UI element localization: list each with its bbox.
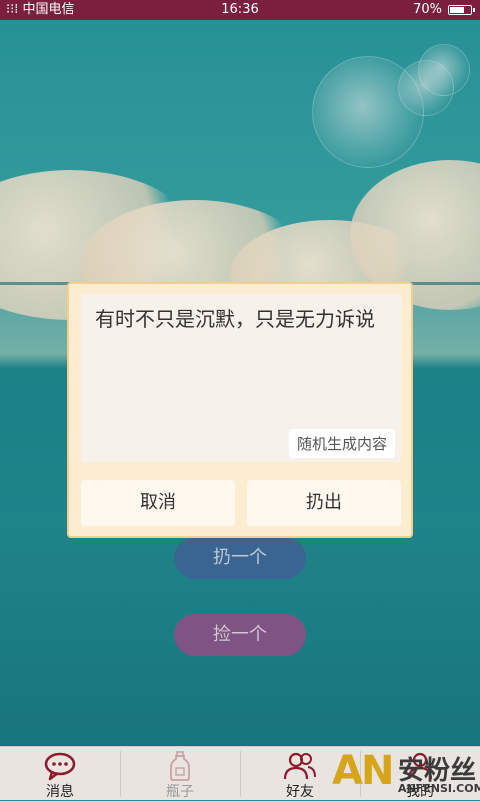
throw-button[interactable]: 扔出	[247, 480, 401, 526]
message-input[interactable]: 有时不只是沉默，只是无力诉说 随机生成内容	[81, 294, 401, 462]
tab-bottle-label: 瓶子	[166, 784, 194, 800]
cancel-button[interactable]: 取消	[81, 480, 235, 526]
tab-messages[interactable]: 消息	[0, 747, 120, 801]
battery-icon	[448, 5, 475, 15]
watermark-logo: AN 安粉丝 ANFENSI.COM	[332, 746, 480, 800]
chat-bubble-icon	[0, 751, 120, 781]
tab-bottle[interactable]: 瓶子	[120, 747, 240, 801]
watermark-url: ANFENSI.COM	[398, 782, 480, 795]
watermark-an: AN	[332, 748, 394, 794]
battery-area: 70%	[413, 0, 475, 20]
tab-messages-label: 消息	[46, 784, 74, 800]
throw-bottle-dialog: 有时不只是沉默，只是无力诉说 随机生成内容 取消 扔出	[67, 282, 413, 538]
message-text: 有时不只是沉默，只是无力诉说	[95, 307, 375, 331]
clock: 16:36	[221, 2, 259, 17]
battery-percent: 70%	[413, 2, 442, 17]
random-content-button[interactable]: 随机生成内容	[288, 429, 395, 458]
bottle-icon	[120, 751, 240, 781]
status-bar: ⁝⁝⁞ 中国电信 16:36 70%	[0, 0, 480, 20]
